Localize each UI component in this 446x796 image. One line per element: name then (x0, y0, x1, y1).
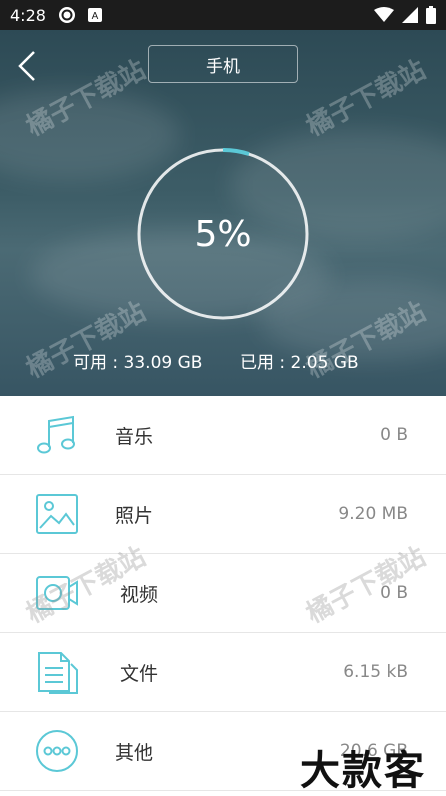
wifi-icon (374, 7, 394, 22)
category-label: 文件 (120, 662, 159, 685)
signal-icon (402, 7, 418, 23)
list-item-music[interactable]: 音乐 0 B (0, 396, 446, 475)
keyboard-notification-icon: A (87, 8, 102, 22)
back-arrow-icon[interactable] (14, 48, 44, 84)
category-size: 6.15 kB (343, 662, 408, 682)
category-label: 其他 (115, 741, 154, 764)
document-icon (38, 652, 78, 694)
category-size: 0 B (380, 425, 408, 445)
status-bar: 4:28 A (0, 0, 446, 30)
available-storage: 可用 : 33.09 GB (73, 353, 203, 373)
category-size: 0 B (380, 583, 408, 603)
list-item-videos[interactable]: 视频 0 B (0, 554, 446, 633)
battery-icon (426, 6, 436, 24)
category-list: 音乐 0 B 照片 9.20 MB 视频 0 B 文件 6.15 kB 其他 2… (0, 396, 446, 791)
svg-text:A: A (92, 11, 99, 22)
used-storage: 已用 : 2.05 GB (240, 353, 359, 373)
list-item-files[interactable]: 文件 6.15 kB (0, 633, 446, 712)
category-size: 9.20 MB (338, 504, 408, 524)
category-label: 音乐 (115, 425, 154, 448)
more-icon (36, 730, 78, 772)
brand-watermark: 大款客 (300, 748, 426, 794)
status-time: 4:28 (10, 5, 46, 25)
usage-percent: 5% (194, 213, 252, 255)
image-icon (36, 494, 78, 534)
video-icon (36, 576, 78, 610)
music-note-icon (37, 415, 75, 454)
category-label: 照片 (115, 504, 154, 527)
storage-header: 手机 5% 可用 : 33.09 GB 已用 : 2.05 GB 橘子下载站 橘… (0, 30, 446, 396)
device-selector[interactable]: 手机 (148, 45, 298, 83)
app-notification-icon (58, 7, 75, 23)
category-label: 视频 (120, 583, 159, 606)
list-item-photos[interactable]: 照片 9.20 MB (0, 475, 446, 554)
